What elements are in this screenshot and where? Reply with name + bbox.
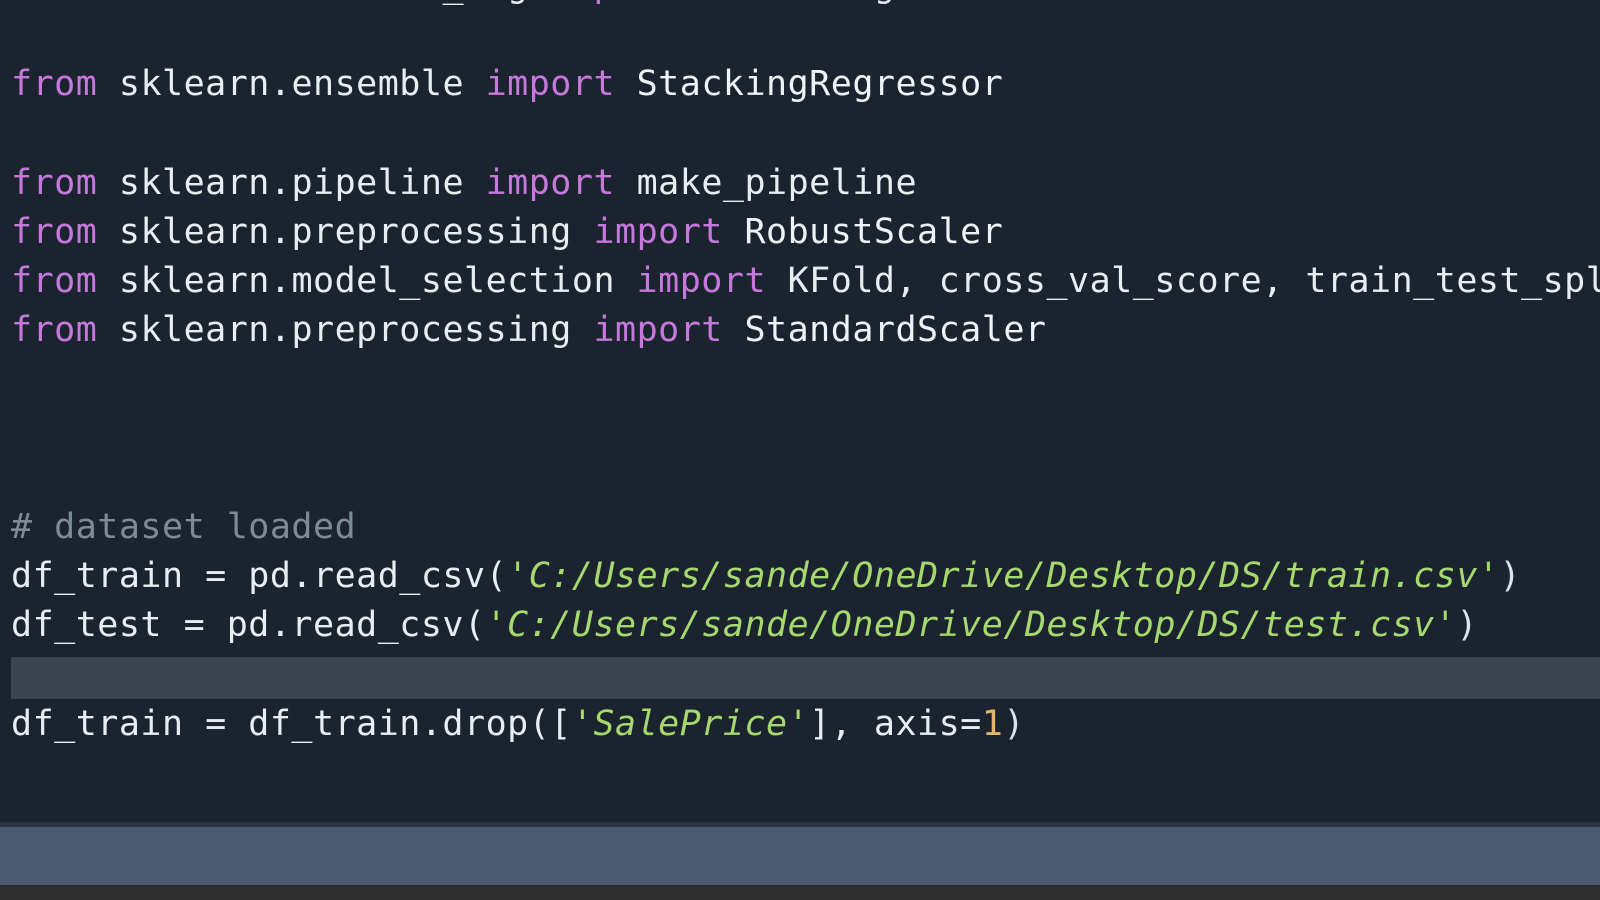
code-token-str: 'SalePrice'	[571, 703, 810, 744]
code-token-punct: )	[1003, 703, 1025, 744]
selection-highlight	[11, 656, 1600, 699]
code-line[interactable]	[0, 356, 1600, 405]
bottom-status-bar[interactable]	[0, 885, 1600, 900]
code-token-id: df_train = pd.read_csv(	[11, 556, 508, 597]
bottom-panel[interactable]	[0, 827, 1600, 885]
code-token-id: sklearn.pipeline	[97, 162, 486, 203]
code-token-str: 'C:/Users/sande/OneDrive/Desktop/DS/trai…	[507, 556, 1500, 597]
code-line[interactable]: # dataset loaded	[0, 503, 1600, 552]
code-line[interactable]	[0, 454, 1600, 503]
code-line[interactable]	[0, 110, 1600, 159]
code-token-id	[464, 0, 507, 6]
code-token-kw: from	[11, 211, 98, 252]
code-lines-container: _ g p g from sklearn.ensemble import Stac…	[0, 0, 1600, 822]
code-token-id: sklearn.ensemble	[97, 64, 486, 105]
code-line[interactable]: df_train = pd.read_csv('C:/Users/sande/O…	[0, 552, 1600, 601]
code-line[interactable]: from sklearn.ensemble import StackingReg…	[0, 60, 1600, 109]
code-line[interactable]: df_test = pd.read_csv('C:/Users/sande/On…	[0, 601, 1600, 650]
code-line[interactable]: _ g p g	[0, 0, 1600, 11]
code-token-str: 'C:/Users/sande/OneDrive/Desktop/DS/test…	[485, 605, 1457, 646]
code-token-id: sklearn.model_selection	[97, 261, 637, 302]
code-token-kw: from	[11, 310, 98, 351]
code-token-id: sklearn.preprocessing	[97, 310, 594, 351]
code-token-cls: RobustScaler	[722, 211, 1004, 252]
code-token-id: g	[507, 0, 529, 6]
code-token-kw: import	[636, 261, 767, 302]
code-token-id	[11, 0, 442, 6]
code-token-cmt: # dataset loaded	[11, 507, 357, 548]
code-token-kw: import	[593, 310, 723, 351]
code-token-kw: import	[593, 211, 723, 252]
code-line[interactable]	[0, 405, 1600, 454]
code-editor-surface[interactable]: _ g p g from sklearn.ensemble import Stac…	[0, 0, 1600, 822]
code-token-id: df_test = pd.read_csv(	[11, 605, 486, 646]
code-token-kw: import	[485, 162, 616, 203]
code-token-cls: StackingRegressor	[615, 64, 1004, 105]
code-token-id: df_train = df_train.drop([	[11, 703, 572, 744]
code-token-kw: from	[11, 261, 98, 302]
code-token-punct: )	[1499, 556, 1522, 597]
code-line[interactable]: from sklearn.pipeline import make_pipeli…	[0, 159, 1600, 208]
code-line-selected[interactable]	[0, 651, 1600, 700]
code-token-id: make_pipeline	[615, 162, 918, 203]
code-line[interactable]	[0, 749, 1600, 798]
code-token-id	[615, 0, 874, 6]
code-token-id: sklearn.preprocessing	[97, 211, 594, 252]
code-token-id: _	[442, 0, 464, 6]
code-token-kw: from	[11, 162, 98, 203]
code-line[interactable]: from sklearn.model_selection import KFol…	[0, 257, 1600, 306]
code-line[interactable]: df_train = df_train.drop(['SalePrice'], …	[0, 700, 1600, 749]
code-token-id	[529, 0, 594, 6]
code-token-punct: )	[1456, 605, 1478, 646]
code-line[interactable]: from sklearn.preprocessing import Standa…	[0, 306, 1600, 355]
code-line[interactable]	[0, 11, 1600, 60]
code-line[interactable]	[0, 798, 1600, 822]
code-token-kw: from	[11, 64, 98, 105]
code-token-cls: StandardScaler	[722, 310, 1047, 351]
code-editor-window: _ g p g from sklearn.ensemble import Stac…	[0, 0, 1600, 900]
code-token-num: 1	[981, 703, 1004, 744]
code-token-id: ], axis=	[809, 703, 982, 744]
code-token-kw: p	[593, 0, 615, 6]
code-token-id: g	[874, 0, 896, 6]
code-token-id: KFold, cross_val_score, train_test_split	[766, 261, 1600, 302]
code-token-kw: import	[485, 64, 616, 105]
code-line[interactable]: from sklearn.preprocessing import Robust…	[0, 208, 1600, 257]
